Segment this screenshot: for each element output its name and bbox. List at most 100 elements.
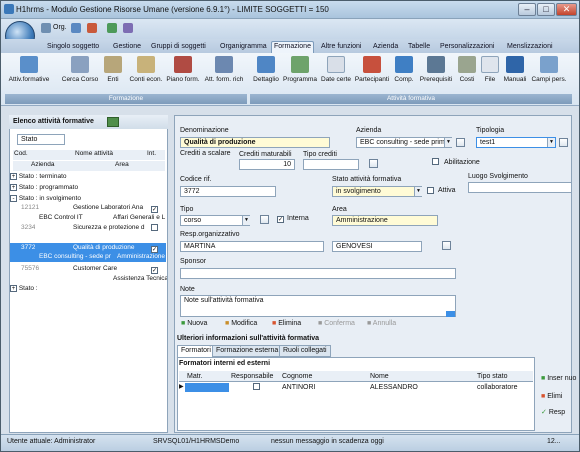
col-int[interactable]: Int. — [147, 150, 156, 157]
col-tipo-stato[interactable]: Tipo stato — [477, 373, 507, 380]
note-textarea[interactable]: Note sull'attività formativa — [180, 295, 456, 317]
conti-econ-button[interactable]: Conti econ. — [127, 56, 165, 92]
att-form-rich-button[interactable]: Att. form. rich — [201, 56, 247, 92]
tab-formazione-esterna[interactable]: Formazione esterna — [212, 345, 283, 357]
prerequisiti-button[interactable]: Prerequisiti — [417, 56, 455, 92]
dettaglio-button[interactable]: Dettaglio — [250, 56, 282, 92]
tab-formatori[interactable]: Formatori — [177, 345, 215, 357]
expand-icon[interactable]: + — [10, 184, 17, 191]
col-area[interactable]: Area — [115, 161, 129, 168]
tab-altre-funzioni[interactable]: Altre funzioni — [319, 41, 363, 53]
col-cod[interactable]: Cod. — [14, 150, 28, 157]
row-cod[interactable]: 75576 — [21, 265, 39, 275]
row-cod[interactable]: 12121 — [21, 204, 39, 214]
sponsor-input[interactable] — [180, 268, 456, 279]
tipo-crediti-select[interactable] — [303, 159, 359, 170]
org-icon[interactable] — [41, 23, 51, 33]
row-cod[interactable]: 3234 — [21, 224, 35, 234]
toolbar-icon-4[interactable] — [123, 23, 133, 33]
tab-ruoli-collegati[interactable]: Ruoli collegati — [279, 345, 331, 357]
table-picker-icon[interactable] — [369, 159, 378, 168]
resp-nome-input[interactable]: MARTINA — [180, 241, 324, 252]
responsabile-checkbox[interactable] — [253, 383, 260, 392]
tipo-stato-cell[interactable]: collaboratore — [477, 384, 517, 391]
toolbar-icon-2[interactable] — [87, 23, 97, 33]
group-empty[interactable]: + Stato : — [10, 285, 38, 295]
azienda-select[interactable]: EBC consulting - sede primaria — [356, 137, 452, 148]
comp-button[interactable]: Comp. — [391, 56, 417, 92]
row-int-check[interactable] — [151, 224, 158, 233]
codice-input[interactable]: 3772 — [180, 186, 276, 197]
costi-button[interactable]: Costi — [455, 56, 479, 92]
chevron-down-icon[interactable]: ▼ — [547, 138, 555, 147]
area-input[interactable]: Amministrazione — [332, 215, 438, 226]
minimize-button[interactable]: – — [518, 3, 536, 16]
toolbar-icon-1[interactable] — [71, 23, 81, 33]
attiva-checkbox[interactable] — [427, 187, 434, 196]
file-button[interactable]: File — [480, 56, 500, 92]
group-by-select[interactable]: Stato — [17, 134, 65, 145]
chevron-down-icon[interactable]: ▼ — [414, 187, 422, 196]
modifica-button[interactable]: ■ Modifica — [225, 320, 257, 327]
cognome-cell[interactable]: ANTINORI — [282, 384, 315, 391]
row-int-check[interactable]: ✓ — [151, 265, 158, 274]
conferma-button[interactable]: ■ Conferma — [318, 320, 355, 327]
expand-icon[interactable]: + — [10, 285, 17, 292]
elimina-formatore-button[interactable]: ■ Elimi — [541, 393, 562, 400]
col-nome-attivita[interactable]: Nome attività — [75, 150, 113, 157]
tab-gruppi-di-soggetti[interactable]: Gruppi di soggetti — [149, 41, 208, 53]
row-area[interactable]: Amministrazione — [117, 253, 165, 263]
table-picker-icon[interactable] — [456, 138, 465, 147]
row-cod[interactable]: 3772 — [21, 244, 35, 254]
programma-button[interactable]: Programma — [283, 56, 317, 92]
matr-cell[interactable] — [185, 383, 229, 392]
tipo-select[interactable]: corso — [180, 215, 250, 226]
elimina-button[interactable]: ■ Elimina — [272, 320, 301, 327]
annulla-button[interactable]: ■ Annulla — [367, 320, 396, 327]
tab-gestione[interactable]: Gestione — [111, 41, 143, 53]
partecipanti-button[interactable]: Partecipanti — [353, 56, 391, 92]
enti-button[interactable]: Enti — [101, 56, 125, 92]
table-picker-icon[interactable] — [442, 241, 451, 250]
expand-icon[interactable]: + — [10, 173, 17, 180]
toolbar-icon-3[interactable] — [107, 23, 117, 33]
tab-azienda[interactable]: Azienda — [371, 41, 400, 53]
attivita-formative-button[interactable]: Attiv.formative — [7, 56, 51, 92]
row-azienda[interactable]: EBC Control IT — [39, 214, 107, 224]
tab-menslizzazioni[interactable]: Menslizzazioni — [505, 41, 555, 53]
col-matr[interactable]: Matr. — [187, 373, 203, 380]
interna-checkbox[interactable]: ✓ — [277, 214, 284, 223]
org-label[interactable]: Org. — [53, 24, 67, 31]
row-nome[interactable]: Sicurezza e protezione d — [73, 224, 147, 234]
maximize-button[interactable]: □ — [537, 3, 555, 16]
export-excel-icon[interactable] — [107, 117, 119, 127]
col-nome[interactable]: Nome — [370, 373, 389, 380]
expand-arrow-icon[interactable] — [446, 311, 455, 317]
table-picker-icon[interactable] — [559, 138, 568, 147]
manuali-button[interactable]: Manuali — [501, 56, 529, 92]
collapse-icon[interactable]: - — [10, 195, 17, 202]
date-certe-button[interactable]: Date certe — [319, 56, 353, 92]
nome-cell[interactable]: ALESSANDRO — [370, 384, 418, 391]
resp-cognome-input[interactable]: GENOVESI — [332, 241, 422, 252]
close-button[interactable]: ✕ — [556, 3, 577, 16]
tab-singolo-soggetto[interactable]: Singolo soggetto — [45, 41, 101, 53]
row-azienda[interactable]: EBC consulting - sede pr — [39, 253, 117, 263]
luogo-input[interactable] — [468, 182, 572, 193]
tab-personalizzazioni[interactable]: Personalizzazioni — [438, 41, 496, 53]
chevron-down-icon[interactable]: ▼ — [242, 216, 250, 225]
row-int-check[interactable]: ✓ — [151, 204, 158, 213]
group-programmato[interactable]: + Stato : programmato — [10, 184, 78, 194]
denominazione-input[interactable]: Qualità di produzione — [180, 137, 330, 148]
col-cognome[interactable]: Cognome — [282, 373, 312, 380]
group-terminato[interactable]: + Stato : terminato — [10, 173, 67, 183]
tab-organigramma[interactable]: Organigramma — [218, 41, 269, 53]
responsabile-button[interactable]: ✓ Resp — [541, 408, 565, 416]
table-picker-icon[interactable] — [260, 215, 269, 224]
col-responsabile[interactable]: Responsabile — [231, 373, 273, 380]
piano-form-button[interactable]: Piano form. — [163, 56, 203, 92]
tab-tabelle[interactable]: Tabelle — [406, 41, 432, 53]
campi-pers-button[interactable]: Campi pers. — [529, 56, 569, 92]
row-int-check[interactable]: ✓ — [151, 244, 158, 253]
chevron-down-icon[interactable]: ▼ — [444, 138, 452, 147]
